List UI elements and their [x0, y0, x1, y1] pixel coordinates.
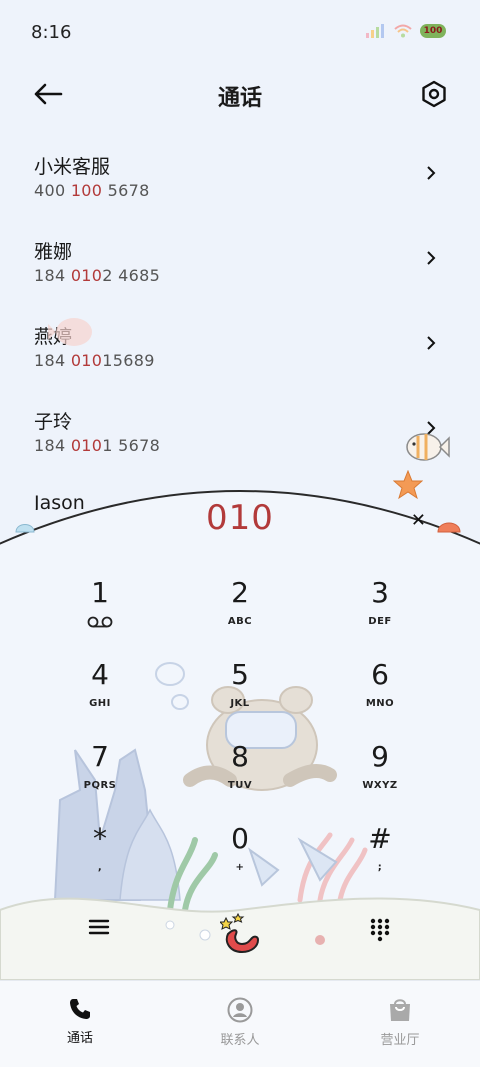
key-digit: 7 — [91, 740, 109, 773]
key-letters: JKL — [230, 698, 250, 709]
nav-item-contacts[interactable]: 联系人 — [160, 981, 320, 1067]
key-digit: 1 — [91, 576, 109, 609]
menu-button[interactable] — [88, 918, 110, 940]
nav-label: 联系人 — [220, 1033, 260, 1048]
result-row[interactable]: 燕婷 184 01015689 — [0, 300, 480, 385]
settings-button[interactable] — [418, 78, 450, 110]
key-letters: PQRS — [83, 780, 117, 791]
dial-actions — [0, 908, 480, 960]
dialed-number-display: 010 — [206, 498, 274, 538]
nav-item-calls[interactable]: 通话 — [0, 981, 160, 1067]
settings-hexagon-icon — [422, 80, 446, 108]
phone-icon — [70, 999, 90, 1019]
chevron-right-icon — [427, 421, 436, 435]
key-digit: 6 — [371, 658, 389, 691]
key-8[interactable]: 8 TUV — [170, 740, 310, 822]
key-1[interactable]: 1 — [30, 576, 170, 658]
key-7[interactable]: 7 PQRS — [30, 740, 170, 822]
result-row[interactable]: 小米客服 400 100 5678 — [0, 130, 480, 215]
signal-icon — [366, 24, 384, 38]
key-digit: * — [93, 822, 107, 855]
contact-number: 184 0101 5678 — [34, 436, 161, 455]
contact-name: 雅娜 — [34, 241, 73, 263]
key-star[interactable]: * , — [30, 822, 170, 904]
contact-name: 子玲 — [34, 411, 73, 433]
chevron-right-icon — [427, 166, 436, 180]
key-digit: 2 — [231, 576, 249, 609]
search-result-list: 小米客服 400 100 5678 雅娜 184 0102 4685 燕婷 18… — [0, 130, 480, 510]
nav-item-store[interactable]: 营业厅 — [320, 981, 480, 1067]
key-letters: , — [97, 862, 103, 873]
call-button[interactable] — [218, 910, 264, 960]
delete-button[interactable]: ✕ — [411, 510, 426, 531]
contact-icon — [227, 997, 253, 1023]
key-4[interactable]: 4 GHI — [30, 658, 170, 740]
key-letters: WXYZ — [362, 780, 398, 791]
keypad-toggle-button[interactable] — [370, 918, 390, 946]
battery-indicator: 100 — [420, 24, 446, 38]
key-9[interactable]: 9 WXYZ — [310, 740, 450, 822]
result-row[interactable]: 雅娜 184 0102 4685 — [0, 215, 480, 300]
contact-number: 400 100 5678 — [34, 181, 150, 200]
key-letters: DEF — [368, 616, 392, 627]
menu-icon — [88, 919, 110, 935]
status-time: 8:16 — [31, 22, 72, 43]
chevron-right-icon — [427, 251, 436, 265]
key-3[interactable]: 3 DEF — [310, 576, 450, 658]
contact-number: 184 0102 4685 — [34, 266, 161, 285]
bag-icon — [390, 999, 410, 1021]
key-letters: GHI — [89, 698, 111, 709]
chevron-right-icon — [427, 336, 436, 350]
key-letters: ; — [377, 862, 383, 873]
key-digit: 8 — [231, 740, 249, 773]
key-letters: ABC — [227, 616, 253, 627]
contact-number: 184 01015689 — [34, 351, 155, 370]
phone-call-icon — [218, 912, 260, 954]
wifi-icon — [394, 24, 412, 38]
key-6[interactable]: 6 MNO — [310, 658, 450, 740]
key-2[interactable]: 2 ABC — [170, 576, 310, 658]
dialpad-icon — [370, 918, 390, 942]
key-digit: 4 — [91, 658, 109, 691]
key-digit: # — [368, 822, 392, 855]
status-bar: 8:16 100 — [0, 0, 480, 66]
key-hash[interactable]: # ; — [310, 822, 450, 904]
key-digit: 0 — [231, 822, 249, 855]
contact-name: 小米客服 — [34, 156, 111, 178]
key-digit: 3 — [371, 576, 389, 609]
voicemail-icon — [87, 616, 113, 628]
key-letters: MNO — [365, 698, 395, 709]
status-icons: 100 — [366, 24, 446, 38]
page-title: 通话 — [217, 86, 262, 111]
header: 通话 — [0, 66, 480, 124]
key-letters: + — [235, 862, 245, 873]
key-digit: 5 — [231, 658, 249, 691]
bottom-navigation: 通话 联系人 营业厅 — [0, 980, 480, 1067]
nav-label: 营业厅 — [380, 1033, 420, 1048]
keypad: 1 2 ABC 3 DEF 4 GHI 5 JKL 6 MNO 7 PQRS 8… — [30, 576, 450, 904]
nav-label: 通话 — [66, 1031, 93, 1046]
key-5[interactable]: 5 JKL — [170, 658, 310, 740]
key-letters: TUV — [227, 780, 253, 791]
result-row[interactable]: 子玲 184 0101 5678 — [0, 385, 480, 470]
key-digit: 9 — [371, 740, 389, 773]
contact-name: 燕婷 — [34, 326, 73, 348]
key-0[interactable]: 0 + — [170, 822, 310, 904]
